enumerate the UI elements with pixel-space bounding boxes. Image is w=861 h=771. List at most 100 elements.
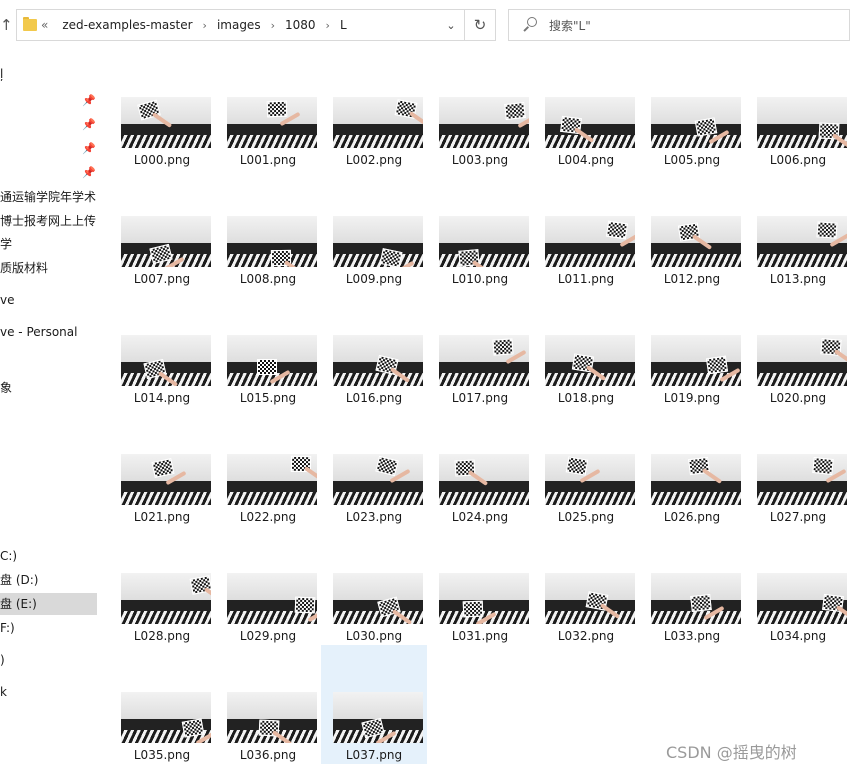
search-box[interactable]: 搜索"L" <box>508 9 850 41</box>
checkerboard-pattern <box>379 248 403 267</box>
pin-icon[interactable]: 📌 <box>82 167 96 179</box>
breadcrumb-item-zed-examples-master[interactable]: zed-examples-master <box>56 18 198 32</box>
file-name: L011.png <box>557 272 615 286</box>
sidebar-item[interactable]: ve - Personal <box>0 321 97 343</box>
sidebar-item[interactable]: ) <box>0 649 97 671</box>
file-name: L030.png <box>345 629 403 643</box>
image-thumbnail <box>651 573 741 624</box>
checkerboard-pattern <box>492 338 514 356</box>
file-item[interactable]: L020.png <box>745 288 851 407</box>
file-item[interactable]: L004.png <box>533 50 639 169</box>
file-item[interactable]: L008.png <box>215 169 321 288</box>
file-name: L027.png <box>769 510 827 524</box>
file-name: L010.png <box>451 272 509 286</box>
file-item[interactable]: L034.png <box>745 526 851 645</box>
watermark: CSDN @摇曳的树 <box>666 743 797 762</box>
file-item[interactable]: L013.png <box>745 169 851 288</box>
image-thumbnail <box>439 335 529 386</box>
file-item[interactable]: L015.png <box>215 288 321 407</box>
file-name: L005.png <box>663 153 721 167</box>
sidebar-item[interactable]: 通运输学院年学术 <box>0 186 97 208</box>
sidebar-item[interactable]: 学 <box>0 233 97 255</box>
file-item[interactable]: L021.png <box>109 407 215 526</box>
sidebar-item[interactable]: 质版材料 <box>0 257 97 279</box>
file-item[interactable]: L000.png <box>109 50 215 169</box>
breadcrumb-item-L[interactable]: L <box>334 18 353 32</box>
address-history-dropdown[interactable]: ⌄ <box>437 9 465 41</box>
file-item[interactable]: L023.png <box>321 407 427 526</box>
sidebar-item[interactable]: 盘 (D:) <box>0 569 97 591</box>
sidebar-item[interactable]: ve <box>0 289 97 311</box>
up-arrow-icon[interactable]: ↑ <box>0 16 13 34</box>
breadcrumb-separator[interactable]: › <box>322 19 334 32</box>
search-icon <box>521 17 537 33</box>
file-item[interactable]: L005.png <box>639 50 745 169</box>
file-item[interactable]: L002.png <box>321 50 427 169</box>
sidebar-item[interactable]: 象 <box>0 377 97 399</box>
file-item[interactable]: L012.png <box>639 169 745 288</box>
file-name: L008.png <box>239 272 297 286</box>
sidebar-item-label: C:) <box>0 549 18 563</box>
file-name: L015.png <box>239 391 297 405</box>
file-item[interactable]: L024.png <box>427 407 533 526</box>
image-thumbnail <box>757 216 847 267</box>
pin-icon[interactable]: 📌 <box>82 95 96 107</box>
pin-icon[interactable]: 📌 <box>82 143 96 155</box>
file-item[interactable]: L016.png <box>321 288 427 407</box>
file-item[interactable]: L019.png <box>639 288 745 407</box>
image-thumbnail <box>227 335 317 386</box>
file-item[interactable]: L029.png <box>215 526 321 645</box>
breadcrumb-separator[interactable]: › <box>267 19 279 32</box>
file-item[interactable]: L030.png <box>321 526 427 645</box>
sidebar-item[interactable]: F:) <box>0 617 97 639</box>
breadcrumb-overflow[interactable]: « <box>37 18 50 32</box>
file-item[interactable]: L027.png <box>745 407 851 526</box>
search-input[interactable]: 搜索"L" <box>549 17 591 34</box>
file-item[interactable]: L028.png <box>109 526 215 645</box>
address-bar[interactable]: « zed-examples-master › images › 1080 › … <box>16 9 465 41</box>
file-item[interactable]: L037.png <box>321 645 427 764</box>
file-item[interactable]: L022.png <box>215 407 321 526</box>
breadcrumb-item-1080[interactable]: 1080 <box>279 18 322 32</box>
file-name: L024.png <box>451 510 509 524</box>
breadcrumb-item-images[interactable]: images <box>211 18 267 32</box>
file-item[interactable]: L026.png <box>639 407 745 526</box>
image-thumbnail <box>545 573 635 624</box>
file-name: L018.png <box>557 391 615 405</box>
file-item[interactable]: L032.png <box>533 526 639 645</box>
file-item[interactable]: L033.png <box>639 526 745 645</box>
sidebar-item[interactable]: ļ <box>0 63 97 85</box>
file-item[interactable]: L025.png <box>533 407 639 526</box>
file-item[interactable]: L003.png <box>427 50 533 169</box>
file-item[interactable]: L017.png <box>427 288 533 407</box>
file-item[interactable]: L007.png <box>109 169 215 288</box>
image-thumbnail <box>333 97 423 148</box>
refresh-button[interactable]: ↻ <box>465 9 496 41</box>
image-thumbnail <box>545 216 635 267</box>
image-thumbnail <box>651 97 741 148</box>
file-item[interactable]: L001.png <box>215 50 321 169</box>
sidebar-item[interactable]: 博士报考网上上传 <box>0 210 97 232</box>
sidebar-item[interactable]: C:) <box>0 545 97 567</box>
sidebar-item-label: 学 <box>0 237 13 251</box>
image-thumbnail <box>121 216 211 267</box>
file-item[interactable]: L018.png <box>533 288 639 407</box>
file-item[interactable]: L035.png <box>109 645 215 764</box>
sidebar-item-label: 盘 (E:) <box>0 597 37 611</box>
checkerboard-pattern <box>605 220 629 240</box>
file-item[interactable]: L011.png <box>533 169 639 288</box>
file-item[interactable]: L010.png <box>427 169 533 288</box>
file-item[interactable]: L036.png <box>215 645 321 764</box>
sidebar-item[interactable]: k <box>0 681 97 703</box>
sidebar-item-label: 象 <box>0 381 13 395</box>
file-name: L028.png <box>133 629 191 643</box>
file-item[interactable]: L014.png <box>109 288 215 407</box>
pin-icon[interactable]: 📌 <box>82 119 96 131</box>
file-item[interactable]: L006.png <box>745 50 851 169</box>
file-name: L003.png <box>451 153 509 167</box>
sidebar-item[interactable]: 盘 (E:) <box>0 593 97 615</box>
file-item[interactable]: L009.png <box>321 169 427 288</box>
file-item[interactable]: L031.png <box>427 526 533 645</box>
breadcrumb-separator[interactable]: › <box>199 19 211 32</box>
file-name: L006.png <box>769 153 827 167</box>
